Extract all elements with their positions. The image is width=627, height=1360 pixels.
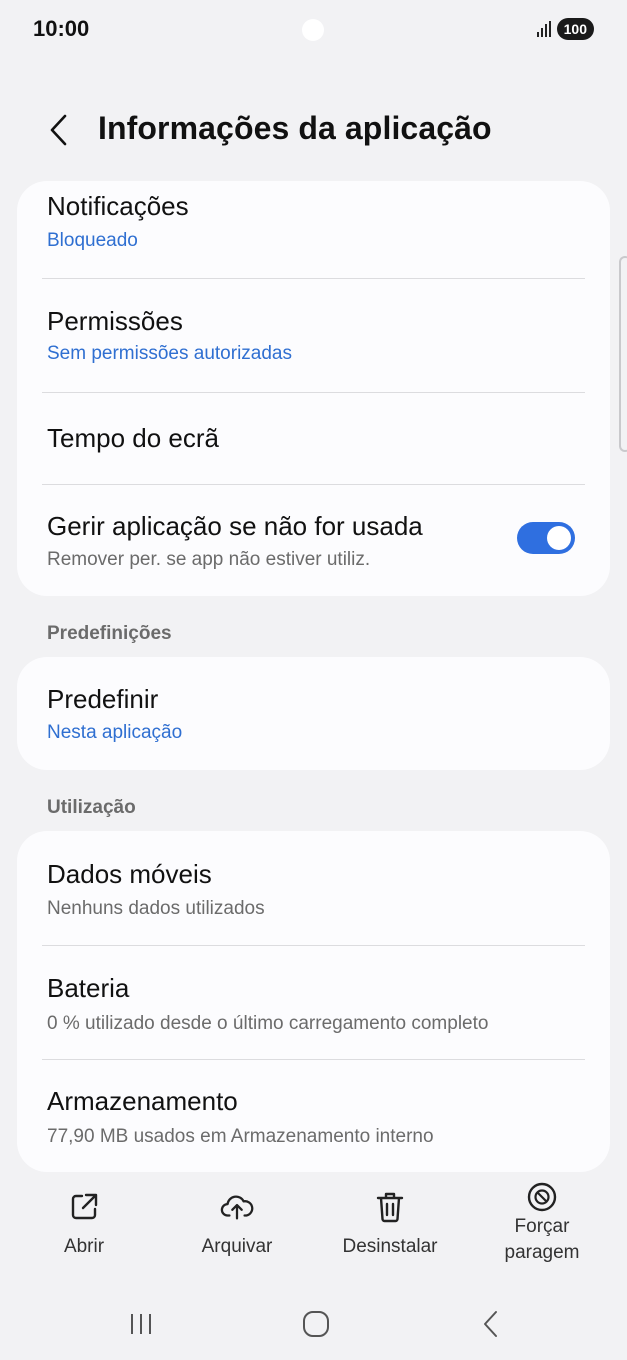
force-stop-button[interactable]: Forçar paragem [492, 1180, 592, 1266]
home-button[interactable] [291, 1304, 341, 1344]
permissions-status: Sem permissões autorizadas [47, 343, 292, 364]
battery-subtitle: 0 % utilizado desde o último carregament… [47, 1013, 489, 1034]
notifications-row[interactable]: Notificações Bloqueado [17, 181, 610, 278]
battery-title: Bateria [47, 973, 130, 1003]
cloud-upload-icon [220, 1190, 254, 1224]
screen-time-row[interactable]: Tempo do ecrã [17, 393, 610, 484]
mobile-data-row[interactable]: Dados móveis Nenhuns dados utilizados [17, 831, 610, 945]
force-stop-label-line2: paragem [504, 1242, 580, 1263]
app-bar: Informações da aplicação [0, 100, 627, 160]
usage-section-label: Utilização [47, 797, 136, 818]
signal-icon [536, 21, 551, 37]
manage-unused-toggle[interactable] [517, 522, 575, 554]
set-default-title: Predefinir [47, 684, 159, 714]
notifications-title: Notificações [47, 191, 189, 221]
open-button[interactable]: Abrir [44, 1190, 124, 1260]
storage-title: Armazenamento [47, 1086, 238, 1116]
status-indicators: 100 [536, 18, 594, 40]
recents-icon [131, 1314, 151, 1334]
uninstall-label: Desinstalar [342, 1236, 438, 1257]
mobile-data-title: Dados móveis [47, 859, 212, 889]
manage-unused-row[interactable]: Gerir aplicação se não for usada Remover… [17, 485, 610, 596]
status-time: 10:00 [33, 16, 90, 41]
bottom-action-bar: Abrir Arquivar Desinstalar Forçar parage… [0, 1180, 627, 1280]
settings-card-usage: Dados móveis Nenhuns dados utilizados Ba… [17, 831, 610, 1172]
screen-time-title: Tempo do ecrã [47, 423, 219, 453]
back-nav-icon [484, 1311, 497, 1337]
force-stop-label-line1: Forçar [514, 1216, 570, 1237]
home-icon [303, 1311, 329, 1337]
permissions-row[interactable]: Permissões Sem permissões autorizadas [17, 279, 610, 392]
manage-unused-subtitle: Remover per. se app não estiver utiliz. [47, 549, 371, 570]
archive-button[interactable]: Arquivar [187, 1190, 287, 1260]
battery-row[interactable]: Bateria 0 % utilizado desde o último car… [17, 946, 610, 1059]
mobile-data-subtitle: Nenhuns dados utilizados [47, 898, 265, 919]
settings-card-defaults: Predefinir Nesta aplicação [17, 657, 610, 770]
recents-button[interactable] [116, 1304, 166, 1344]
set-default-row[interactable]: Predefinir Nesta aplicação [17, 657, 610, 770]
block-icon [525, 1180, 559, 1214]
trash-icon [373, 1190, 407, 1224]
toggle-knob [547, 526, 571, 550]
manage-unused-title: Gerir aplicação se não for usada [47, 511, 423, 541]
system-navigation-bar [0, 1290, 627, 1360]
permissions-title: Permissões [47, 306, 183, 336]
defaults-section-label: Predefinições [47, 623, 172, 644]
settings-card-general: Notificações Bloqueado Permissões Sem pe… [17, 181, 610, 596]
uninstall-button[interactable]: Desinstalar [333, 1190, 447, 1260]
back-button[interactable] [40, 112, 76, 148]
status-bar: 10:00 100 [0, 0, 627, 60]
app-info-screen: 10:00 100 Informações da aplicação Notif… [0, 0, 627, 1360]
open-label: Abrir [63, 1236, 105, 1257]
open-external-icon [67, 1190, 101, 1224]
archive-label: Arquivar [201, 1236, 273, 1257]
back-nav-button[interactable] [466, 1304, 516, 1344]
back-chevron-icon [50, 114, 67, 146]
camera-cutout [302, 19, 324, 41]
scroll-handle[interactable] [619, 256, 627, 452]
set-default-status: Nesta aplicação [47, 722, 183, 743]
page-title: Informações da aplicação [98, 110, 492, 146]
storage-row[interactable]: Armazenamento 77,90 MB usados em Armazen… [17, 1060, 610, 1172]
storage-subtitle: 77,90 MB usados em Armazenamento interno [47, 1126, 434, 1147]
notifications-status: Bloqueado [47, 230, 138, 251]
battery-badge: 100 [556, 18, 594, 40]
